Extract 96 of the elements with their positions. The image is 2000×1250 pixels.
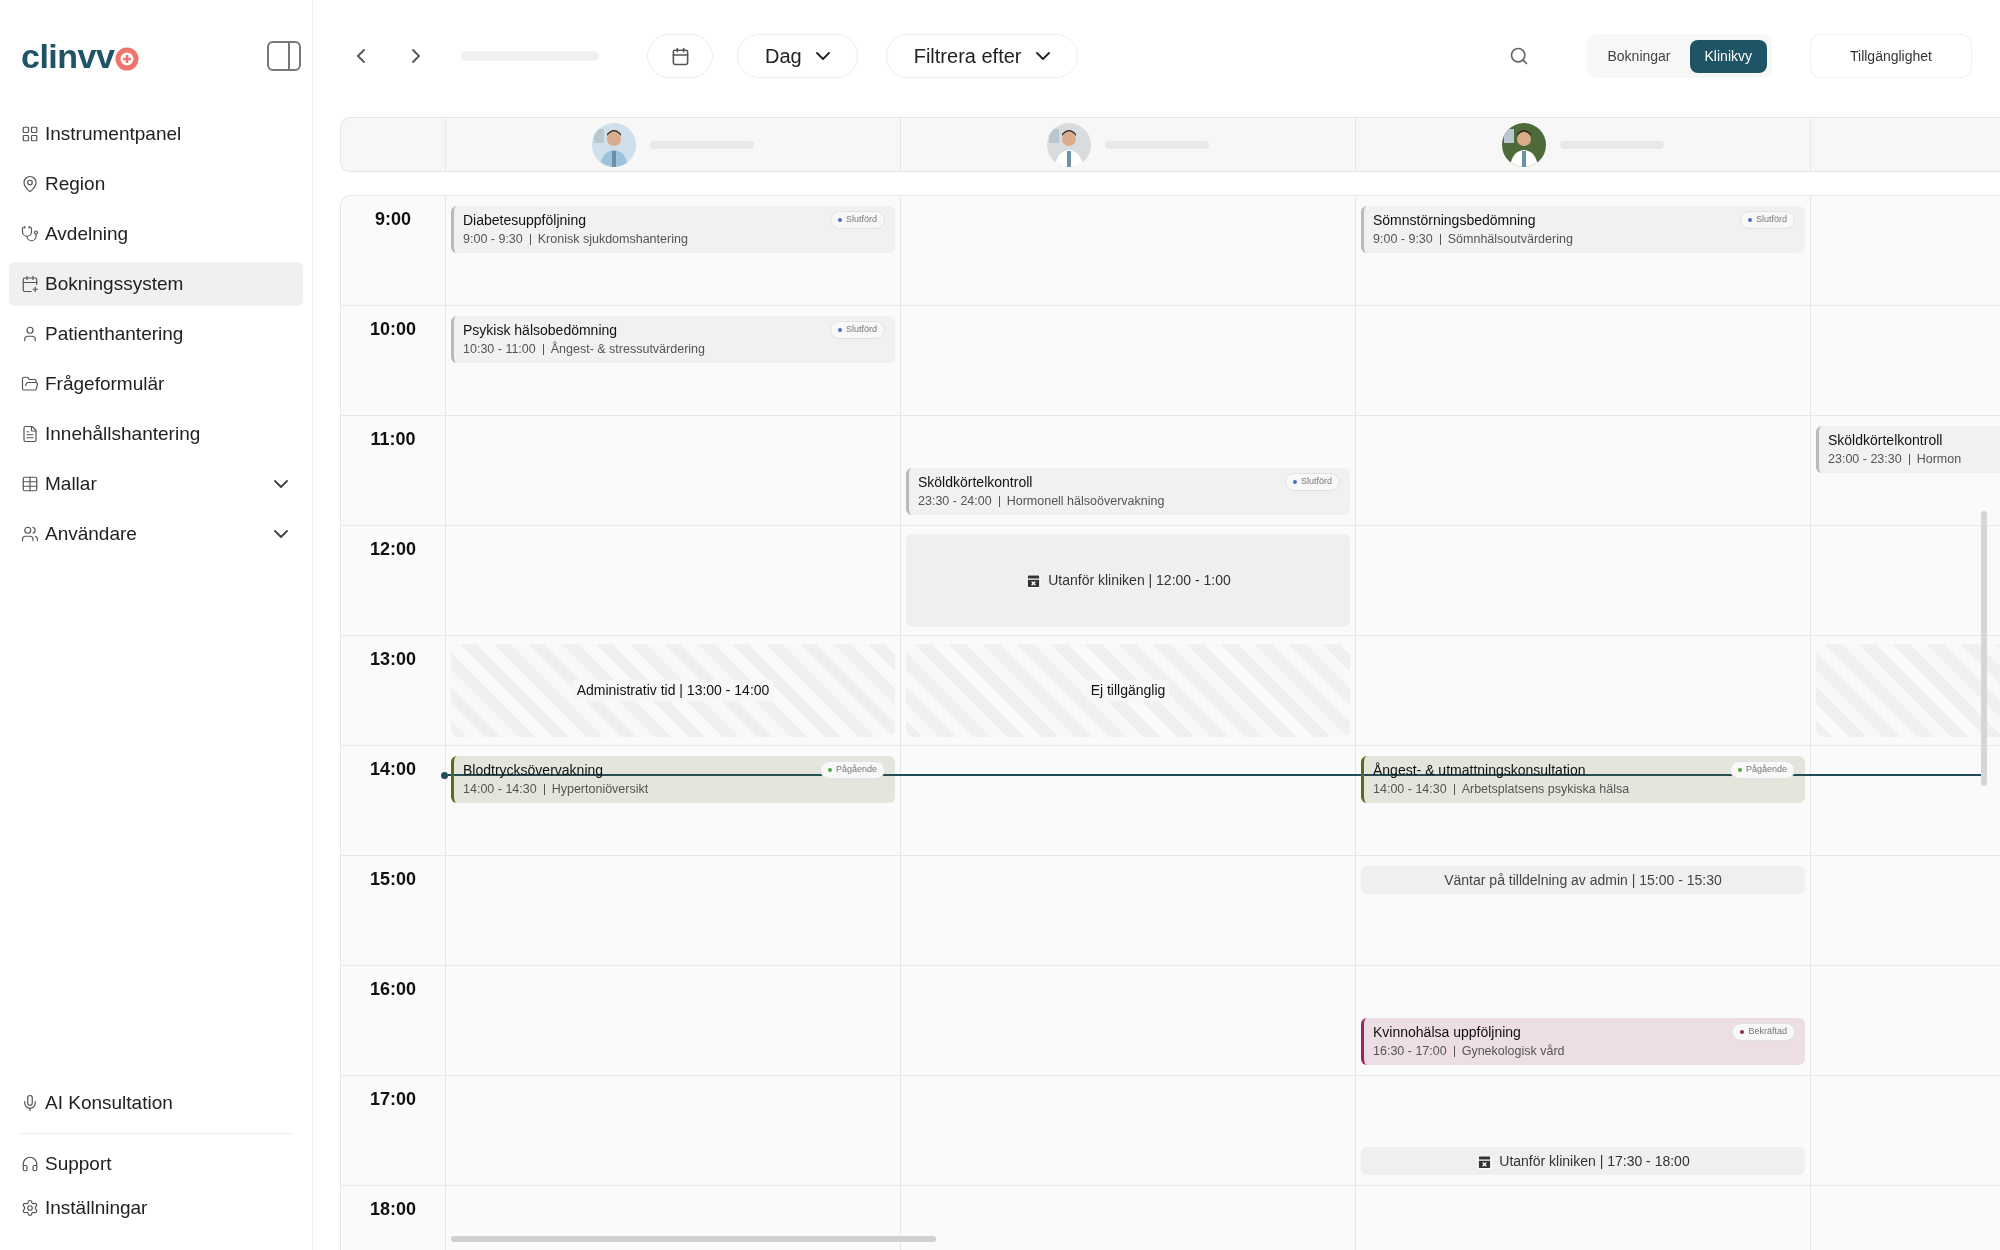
headset-icon (21, 1155, 39, 1173)
appointment-title: Sköldkörtelkontroll (1828, 431, 1943, 450)
horizontal-scrollbar[interactable] (451, 1236, 936, 1242)
appointment-time: 16:30 - 17:00 (1373, 1043, 1447, 1060)
appointment-card[interactable]: Sömnstörningsbedömning 9:00 - 9:30 Sömnhälsoutvärdering Slutförd (1361, 206, 1805, 253)
appointment-title: Psykisk hälsobedömning (463, 321, 618, 340)
appointment-time: 9:00 - 9:30 (1373, 231, 1433, 248)
appointment-card[interactable]: Psykisk hälsobedömning 10:30 - 11:00 Ångest- & stressutvärdering Slutförd (451, 316, 895, 363)
hour-label: 12:00 (368, 538, 417, 561)
appointment-detail: Gynekologisk vård (1461, 1043, 1565, 1060)
sidebar-toggle-icon[interactable] (267, 41, 301, 71)
sidebar-item[interactable]: Inställningar (9, 1186, 303, 1230)
appointment-time: 10:30 - 11:00 (463, 341, 536, 358)
appointment-time: 23:30 - 24:00 (918, 493, 992, 510)
microphone-icon (21, 1094, 39, 1112)
appointment-title: Ångest- & utmattningskonsultation (1373, 761, 1586, 780)
sidebar-item[interactable]: Avdelning (9, 212, 303, 256)
sidebar-item[interactable]: Region (9, 162, 303, 206)
appointment-card[interactable]: Diabetesuppföljning 9:00 - 9:30 Kronisk sjukdomshantering Slutförd (451, 206, 895, 253)
appointment-card[interactable]: Blodtrycksövervakning 14:00 - 14:30 Hypertoniöversikt Pågående (451, 756, 895, 803)
user-icon (21, 325, 39, 343)
status-label: Bekräftad (1748, 1025, 1787, 1038)
appointment-detail: Ångest- & stressutvärdering (550, 340, 705, 358)
table-icon (21, 475, 39, 493)
appointment-card[interactable]: Kvinnohälsa uppföljning 16:30 - 17:00 Gynekologisk vård Bekräftad (1361, 1018, 1805, 1065)
hour-label: 11:00 (369, 428, 417, 451)
appointment-time: 23:00 - 23:30 (1828, 451, 1902, 468)
appointment-card[interactable]: Sköldkörtelkontroll 23:00 - 23:30 Hormon (1816, 426, 2000, 473)
sidebar-item[interactable]: Innehållshantering (9, 412, 303, 456)
hour-label: 9:00 (374, 208, 412, 231)
hour-label: 14:00 (368, 758, 417, 781)
pin-icon (21, 175, 39, 193)
logo-text: clinvv (21, 35, 115, 77)
sidebar-item[interactable]: Användare (9, 512, 303, 556)
chevron-down-icon (274, 480, 288, 488)
calendar-icon (21, 275, 39, 293)
away-label: Utanför kliniken | 12:00 - 1:00 (1048, 571, 1231, 590)
appointment-title: Sömnstörningsbedömning (1373, 211, 1536, 230)
away-label: Utanför kliniken | 17:30 - 18:00 (1499, 1151, 1690, 1171)
grid-icon (21, 125, 39, 143)
sidebar-item[interactable]: Bokningssystem (9, 262, 303, 306)
hour-label: 18:00 (368, 1198, 417, 1221)
appointment-title: Blodtrycksövervakning (463, 761, 604, 780)
appointment-time: 14:00 - 14:30 (1373, 781, 1447, 798)
appointment-detail: Sömnhälsoutvärdering (1447, 231, 1573, 248)
search-icon[interactable] (1509, 46, 1530, 66)
hour-label: 17:00 (368, 1088, 417, 1111)
logo-mark-icon (115, 47, 140, 71)
calendar-icon (670, 46, 690, 66)
appointment-detail: Hormonell hälsoövervakning (1006, 493, 1165, 510)
view-tab[interactable]: Klinikvy (1689, 39, 1767, 73)
appointment-card[interactable]: Ångest- & utmattningskonsultation 14:00 - 14:30 Arbetsplatsens psykiska hälsa Pågående (1361, 756, 1805, 803)
status-label: Slutförd (1300, 475, 1332, 488)
calendar-x-icon (1025, 572, 1043, 589)
appointment-title: Kvinnohälsa uppföljning (1373, 1023, 1521, 1042)
block-label: Administrativ tid | 13:00 - 14:00 (572, 680, 774, 701)
sidebar-item[interactable]: Mallar (9, 462, 303, 506)
settings-icon (21, 1199, 39, 1217)
users-icon (21, 525, 39, 543)
sidebar-item[interactable]: Patienthantering (9, 312, 303, 356)
sidebar-item[interactable]: AI Konsultation (9, 1081, 303, 1125)
sidebar-item[interactable]: Support (9, 1142, 303, 1186)
chevron-left-icon (357, 49, 365, 63)
status-label: Slutförd (845, 323, 877, 336)
folder-icon (21, 375, 39, 393)
calendar-x-icon (1476, 1152, 1494, 1170)
block-label: Ej tillgänglig (1086, 680, 1170, 701)
chevron-down-icon (1035, 52, 1050, 60)
appointment-time: 9:00 - 9:30 (463, 231, 523, 248)
appointment-card[interactable]: Sköldkörtelkontroll 23:30 - 24:00 Hormonell hälsoövervakning Slutförd (906, 468, 1350, 515)
hour-label: 13:00 (368, 648, 417, 671)
hour-label: 15:00 (368, 868, 417, 891)
hour-label: 16:00 (368, 978, 417, 1001)
availability-button[interactable]: Tillgänglighet (1810, 34, 1972, 78)
appointment-detail: Hormon (1916, 451, 1962, 468)
status-label: Slutförd (1755, 213, 1787, 226)
chevron-right-icon (412, 49, 420, 63)
status-label: Pågående (835, 763, 877, 776)
view-tab[interactable]: Bokningar (1592, 39, 1686, 73)
sidebar-item[interactable]: Instrumentpanel (9, 112, 303, 156)
appointment-detail: Arbetsplatsens psykiska hälsa (1461, 781, 1630, 798)
pending-label: Väntar på tilldelning av admin | 15:00 - 15:30 (1444, 870, 1722, 890)
appointment-title: Diabetesuppföljning (463, 211, 586, 230)
document-icon (21, 425, 39, 443)
appointment-detail: Hypertoniöversikt (551, 781, 649, 798)
vertical-scrollbar[interactable] (1981, 511, 1987, 786)
chevron-down-icon (274, 530, 288, 538)
hour-label: 10:00 (368, 318, 417, 341)
sidebar-item[interactable]: Frågeformulär (9, 362, 303, 406)
stethoscope-icon (21, 225, 39, 243)
appointment-detail: Kronisk sjukdomshantering (537, 231, 688, 248)
appointment-title: Sköldkörtelkontroll (918, 473, 1033, 492)
chevron-down-icon (815, 52, 830, 60)
appointment-time: 14:00 - 14:30 (463, 781, 537, 798)
status-label: Slutförd (845, 213, 877, 226)
status-label: Pågående (1745, 763, 1787, 776)
